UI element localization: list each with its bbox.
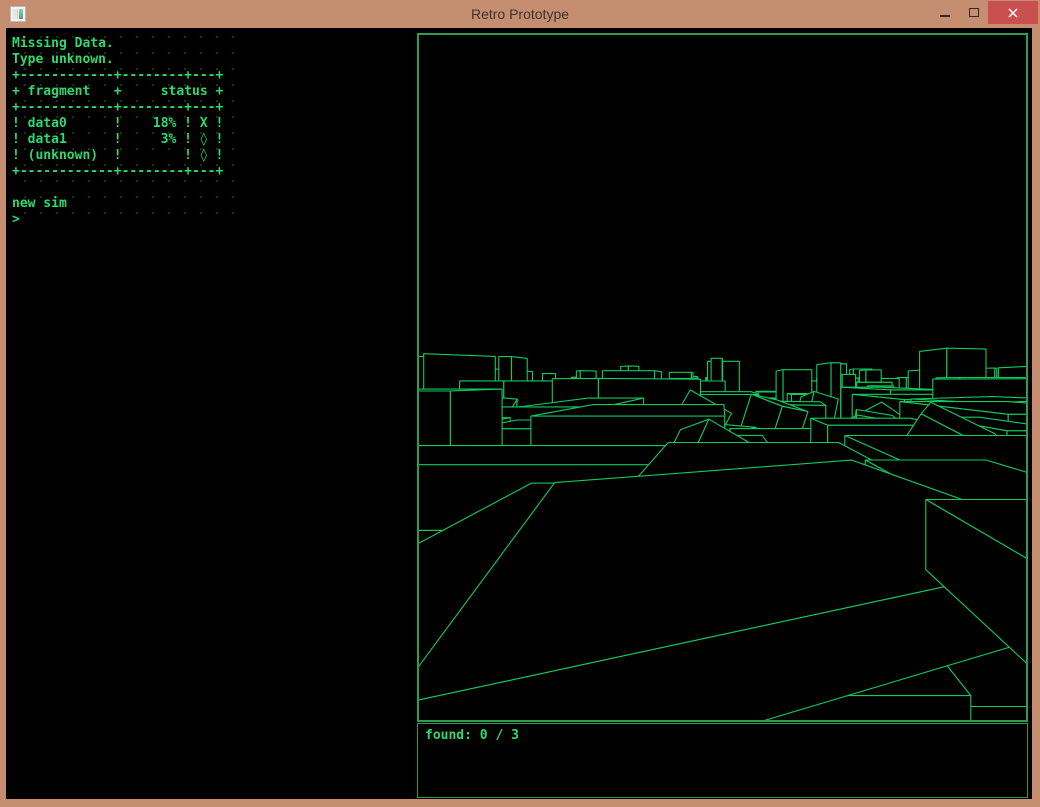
content-area: Missing Data. Type unknown. +-----------…: [6, 28, 1032, 799]
maximize-icon: [969, 8, 979, 17]
maximize-button[interactable]: [960, 1, 988, 24]
minimize-icon: [940, 15, 950, 17]
new-sim-command[interactable]: new sim: [12, 196, 238, 212]
command-prompt[interactable]: >: [12, 212, 238, 228]
window-controls: [930, 1, 1038, 24]
wireframe-city-scene: [419, 35, 1026, 720]
hud-panel: found: 0 / 3: [417, 723, 1028, 798]
close-icon: [1005, 5, 1021, 21]
app-window: Retro Prototype Missing Data. Type unkno…: [0, 0, 1040, 807]
minimize-button[interactable]: [930, 1, 960, 24]
titlebar[interactable]: Retro Prototype: [0, 0, 1040, 28]
fragment-status-table: +------------+--------+---+ + fragment +…: [12, 68, 238, 180]
close-button[interactable]: [988, 1, 1038, 24]
terminal-panel: Missing Data. Type unknown. +-----------…: [12, 36, 238, 228]
window-title: Retro Prototype: [0, 0, 1040, 28]
found-counter: found: 0 / 3: [425, 728, 1020, 744]
scene-viewport[interactable]: [417, 33, 1028, 722]
terminal-message: Missing Data. Type unknown.: [12, 36, 238, 68]
